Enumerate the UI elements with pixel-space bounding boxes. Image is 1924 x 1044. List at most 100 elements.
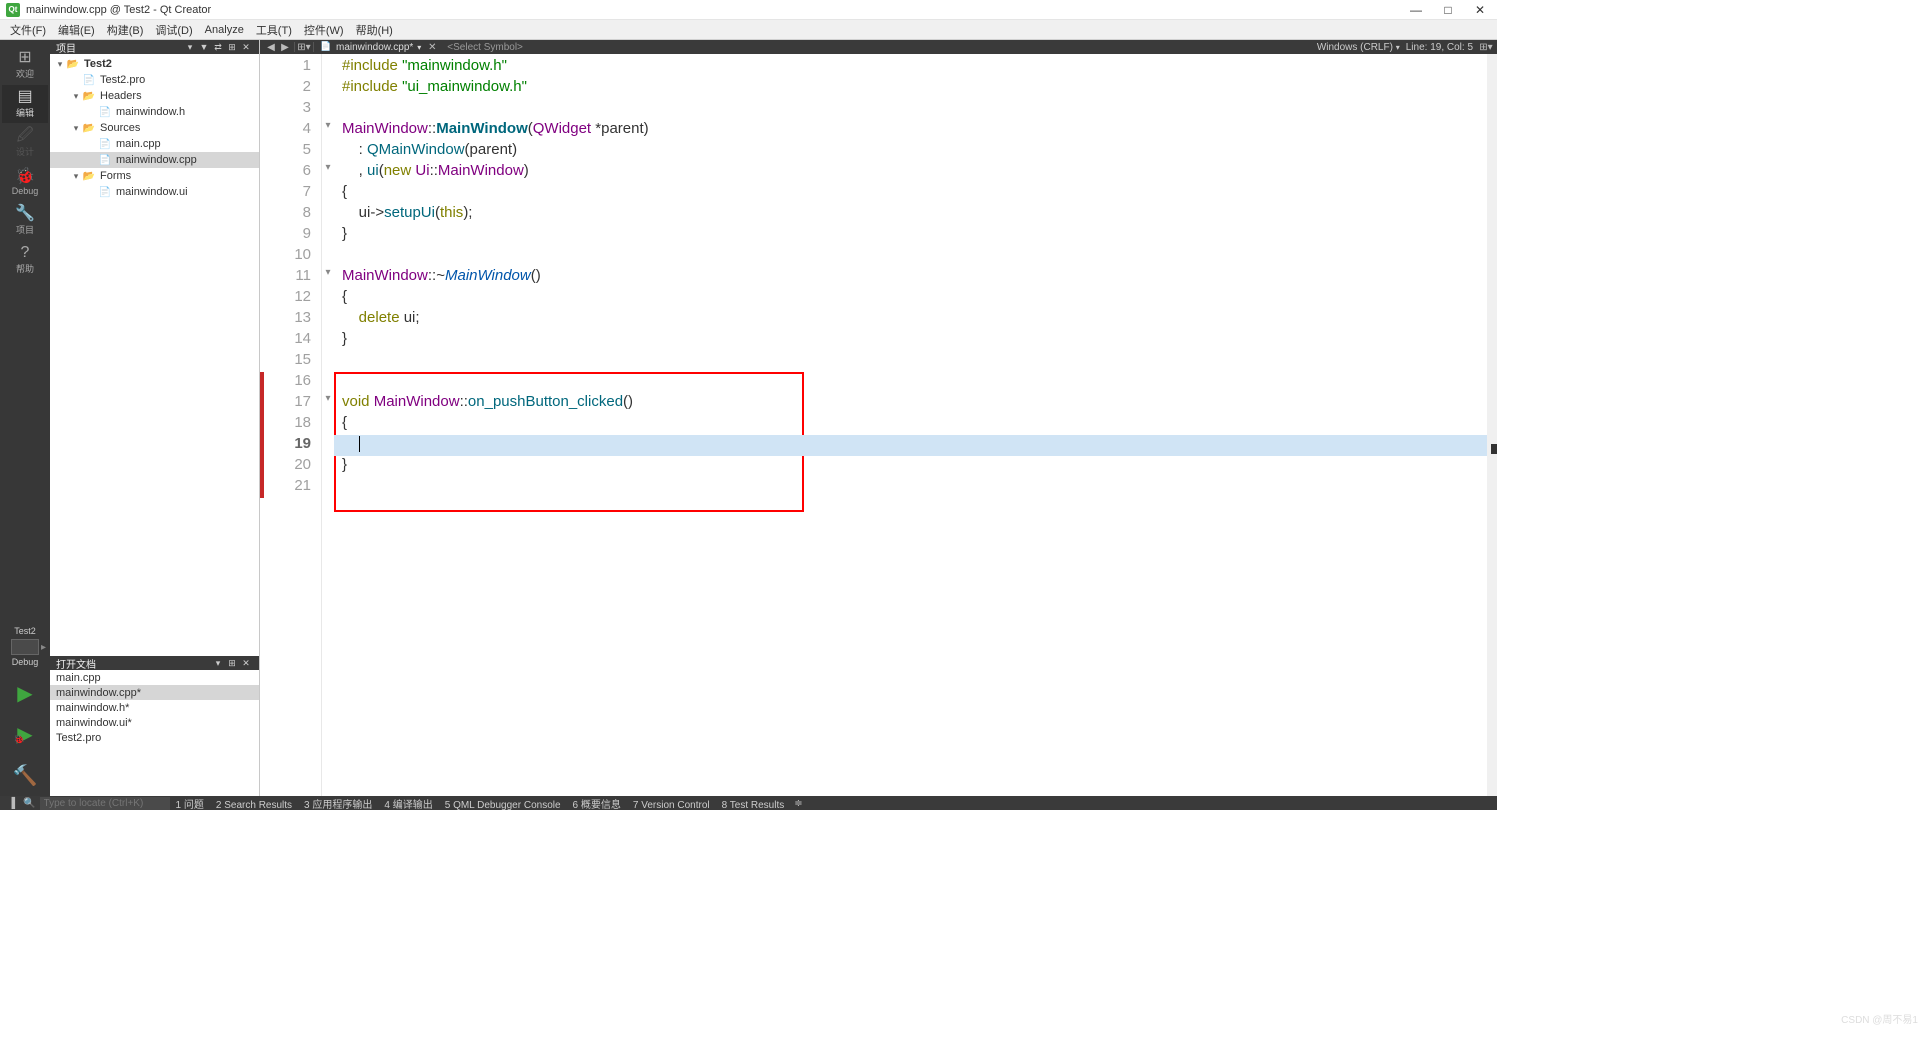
open-doc-Test2.pro[interactable]: Test2.pro [50,730,259,745]
maximize-button[interactable]: □ [1441,3,1455,17]
minimize-button[interactable]: — [1409,3,1423,17]
fold-toggle[interactable]: ▾ [322,162,334,183]
output-tab-1[interactable]: 1 问题 [170,800,210,811]
fold-column[interactable]: ▾ ▾ ▾ ▾ [322,54,334,796]
tree-item-Headers[interactable]: ▾📂Headers [50,88,259,104]
mode-编辑[interactable]: ▤编辑 [2,85,48,123]
build-button[interactable]: 🔨 [13,763,38,788]
line-number[interactable]: 1 [264,57,321,78]
code-line[interactable]: MainWindow::MainWindow(QWidget *parent) [334,120,1487,141]
tree-item-Test2[interactable]: ▾📂Test2 [50,56,259,72]
tree-item-mainwindow.ui[interactable]: ▸📄mainwindow.ui [50,184,259,200]
mode-项目[interactable]: 🔧项目 [2,202,48,240]
code-line[interactable]: void MainWindow::on_pushButton_clicked() [334,393,1487,414]
output-menu-icon[interactable]: ≑ [790,798,806,809]
filter-icon[interactable]: ▾ [183,42,197,53]
open-doc-mainwindow.h*[interactable]: mainwindow.h* [50,700,259,715]
line-number[interactable]: 9 [264,225,321,246]
line-number[interactable]: 8 [264,204,321,225]
encoding-selector[interactable]: Windows (CRLF) ▾ [1317,42,1400,53]
expand-icon[interactable]: ▾ [70,91,82,102]
code-line[interactable] [334,435,1487,456]
file-selector[interactable]: 📄 mainwindow.cpp* ▾ [316,41,425,53]
code-line[interactable]: , ui(new Ui::MainWindow) [334,162,1487,183]
close-button[interactable]: ✕ [1473,3,1487,17]
menu-Analyze[interactable]: Analyze [199,22,250,38]
line-number[interactable]: 10 [264,246,321,267]
output-tab-5[interactable]: 5 QML Debugger Console [439,800,567,811]
line-number[interactable]: 19 [264,435,321,456]
open-docs-split-icon[interactable]: ⊞ [225,658,239,669]
output-tab-7[interactable]: 7 Version Control [627,800,716,811]
line-col-status[interactable]: Line: 19, Col: 5 [1406,42,1473,53]
tree-item-mainwindow.cpp[interactable]: ▸📄mainwindow.cpp [50,152,259,168]
output-tab-3[interactable]: 3 应用程序输出 [298,800,378,811]
line-number[interactable]: 5 [264,141,321,162]
menu-调试D[interactable]: 调试(D) [149,20,198,40]
line-number[interactable]: 7 [264,183,321,204]
code-editor[interactable]: 123456789101112131415161718192021 ▾▾▾▾ #… [260,54,1497,796]
kit-selector[interactable]: Test2 Debug [11,622,39,673]
line-gutter[interactable]: 123456789101112131415161718192021 [264,54,322,796]
debug-run-button[interactable]: ▶🐞 [17,722,32,747]
code-line[interactable]: } [334,330,1487,351]
code-line[interactable]: MainWindow::~MainWindow() [334,267,1487,288]
open-docs-menu-icon[interactable]: ▾ [211,658,225,669]
code-line[interactable]: { [334,288,1487,309]
expand-icon[interactable]: ▾ [70,123,82,134]
nav-forward-button[interactable]: ▶ [278,42,292,53]
sync-icon[interactable]: ⇄ [211,42,225,53]
output-tab-2[interactable]: 2 Search Results [210,800,298,811]
line-number[interactable]: 17 [264,393,321,414]
line-number[interactable]: 18 [264,414,321,435]
output-tab-8[interactable]: 8 Test Results [716,800,791,811]
code-line[interactable] [334,99,1487,120]
code-line[interactable]: { [334,183,1487,204]
locator-input[interactable] [40,797,170,810]
mode-欢迎[interactable]: ⊞欢迎 [2,46,48,84]
filter-button[interactable]: ▼ [197,42,211,52]
mode-Debug[interactable]: 🐞Debug [2,163,48,201]
tree-item-main.cpp[interactable]: ▸📄main.cpp [50,136,259,152]
menu-控件W[interactable]: 控件(W) [298,20,350,40]
menu-文件F[interactable]: 文件(F) [4,20,52,40]
line-number[interactable]: 4 [264,120,321,141]
menu-工具T[interactable]: 工具(T) [250,20,298,40]
line-number[interactable]: 20 [264,456,321,477]
line-number[interactable]: 21 [264,477,321,498]
fold-toggle[interactable]: ▾ [322,267,334,288]
line-number[interactable]: 16 [264,372,321,393]
close-file-button[interactable]: ✕ [425,42,439,53]
line-number[interactable]: 12 [264,288,321,309]
fold-toggle[interactable]: ▾ [322,393,334,414]
code-line[interactable]: delete ui; [334,309,1487,330]
fold-toggle[interactable]: ▾ [322,120,334,141]
code-area[interactable]: #include "mainwindow.h"#include "ui_main… [334,54,1487,796]
line-number[interactable]: 14 [264,330,321,351]
line-number[interactable]: 6 [264,162,321,183]
code-line[interactable] [334,477,1487,498]
open-docs-close-icon[interactable]: ✕ [239,658,253,669]
line-number[interactable]: 13 [264,309,321,330]
line-number[interactable]: 11 [264,267,321,288]
tree-item-Sources[interactable]: ▾📂Sources [50,120,259,136]
code-line[interactable]: : QMainWindow(parent) [334,141,1487,162]
menu-帮助H[interactable]: 帮助(H) [350,20,399,40]
line-number[interactable]: 15 [264,351,321,372]
menu-构建B[interactable]: 构建(B) [101,20,150,40]
mode-帮助[interactable]: ?帮助 [2,241,48,279]
open-doc-mainwindow.cpp*[interactable]: mainwindow.cpp* [50,685,259,700]
code-line[interactable]: #include "ui_mainwindow.h" [334,78,1487,99]
close-panel-icon[interactable]: ✕ [239,42,253,53]
split-icon[interactable]: ⊞ [225,42,239,53]
code-line[interactable] [334,351,1487,372]
code-line[interactable]: ui->setupUi(this); [334,204,1487,225]
expand-icon[interactable]: ▾ [54,59,66,70]
project-tree[interactable]: ▾📂Test2▸📄Test2.pro▾📂Headers ▸📄mainwindow.… [50,54,259,656]
open-doc-main.cpp[interactable]: main.cpp [50,670,259,685]
tree-item-Test2.pro[interactable]: ▸📄Test2.pro [50,72,259,88]
editor-split-icon[interactable]: ⊞▾ [1479,42,1493,53]
toggle-side-button[interactable]: ▐ [4,798,19,809]
nav-back-button[interactable]: ◀ [264,42,278,53]
code-line[interactable]: } [334,225,1487,246]
